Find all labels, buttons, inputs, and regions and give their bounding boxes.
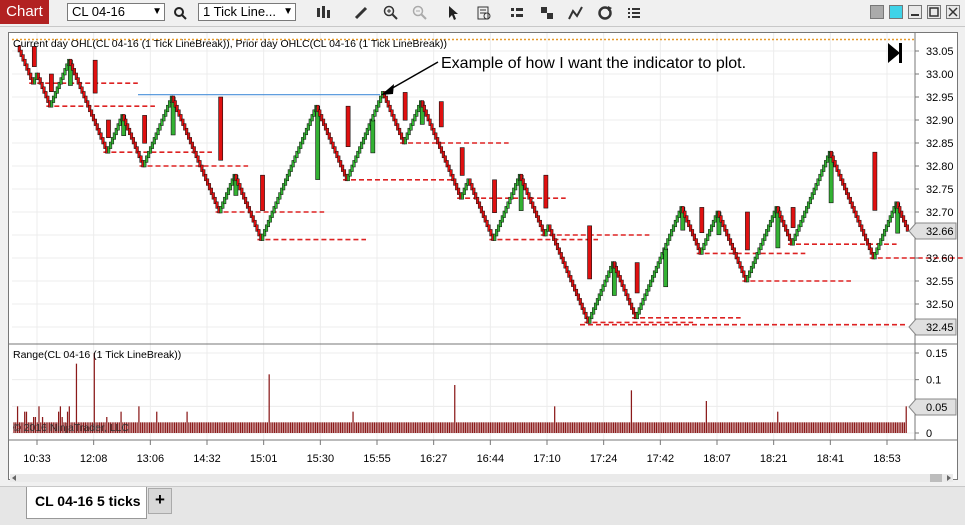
reversal-bar xyxy=(142,115,147,144)
reversal-bar xyxy=(218,96,224,161)
indicator-label: Current day OHL(CL 04-16 (1 Tick LineBre… xyxy=(13,38,447,50)
price-tick-label: 32.70 xyxy=(926,207,954,219)
time-tick-label: 12:08 xyxy=(80,453,108,465)
price-tick-label: 32.50 xyxy=(926,299,954,311)
range-axis-ticks: 0.15 0.1 0.05 0 xyxy=(915,348,947,440)
time-tick-label: 16:27 xyxy=(420,453,448,465)
price-axis-ticks: 33.05 33.00 32.95 32.90 32.85 32.80 32.75 32.70… xyxy=(915,46,954,334)
go-to-end-icon[interactable] xyxy=(888,43,902,63)
price-tick-label: 33.05 xyxy=(926,46,954,58)
time-tick-label: 15:01 xyxy=(250,453,278,465)
scroll-thumb xyxy=(930,474,942,482)
range-tick-label: 0.1 xyxy=(926,375,941,387)
reversal-bar xyxy=(402,92,408,121)
reversal-bar xyxy=(345,105,351,147)
add-tab-button[interactable]: + xyxy=(148,488,172,514)
last-price-marker: 32.66 xyxy=(908,222,957,240)
reversal-bar xyxy=(634,262,640,294)
range-bars xyxy=(13,353,907,433)
reversal-bar xyxy=(92,59,98,94)
range-tick-label: 0 xyxy=(926,428,932,440)
price-tick-label: 32.55 xyxy=(926,276,954,288)
reversal-bar xyxy=(790,207,796,228)
range-tick-label: 0.15 xyxy=(926,348,947,360)
reversal-bar xyxy=(370,119,376,154)
chart-tab-bar: CL 04-16 5 ticks + xyxy=(0,486,965,525)
reversal-bar xyxy=(872,151,878,211)
reversal-bar xyxy=(315,105,321,180)
price-tick-label: 32.85 xyxy=(926,138,954,150)
low-price-label: 32.45 xyxy=(926,322,954,334)
annotation-arrowhead xyxy=(381,84,394,95)
price-tick-label: 33.00 xyxy=(926,69,954,81)
annotation-arrow xyxy=(388,61,439,91)
time-tick-label: 14:32 xyxy=(193,453,221,465)
reversal-bar xyxy=(492,179,497,213)
current-low-lines xyxy=(29,82,965,326)
time-tick-label: 18:07 xyxy=(703,453,731,465)
time-tick-label: 10:33 xyxy=(23,453,51,465)
reversal-bar xyxy=(663,248,669,288)
time-tick-label: 13:06 xyxy=(137,453,165,465)
time-tick-label: 18:41 xyxy=(817,453,845,465)
annotation-text: Example of how I want the indicator to p… xyxy=(441,55,746,72)
reversal-bar xyxy=(699,207,705,233)
tab-cl-04-16[interactable]: CL 04-16 5 ticks xyxy=(26,487,147,519)
line-break-brick xyxy=(905,224,909,232)
price-tick-label: 32.90 xyxy=(926,115,954,127)
last-price-label: 32.66 xyxy=(926,226,954,238)
copyright-text: © 2016 NinjaTrader, LLC xyxy=(13,422,129,434)
reversal-bar xyxy=(49,73,54,93)
horizontal-scrollbar[interactable] xyxy=(10,471,953,482)
reversal-bar xyxy=(543,174,549,209)
chart-canvas[interactable]: 33.05 33.00 32.95 32.90 32.85 32.80 32.75 32.70… xyxy=(0,0,965,524)
price-tick-label: 32.60 xyxy=(926,253,954,265)
price-tick-label: 32.75 xyxy=(926,184,954,196)
reversal-bar xyxy=(459,147,465,176)
time-tick-label: 15:30 xyxy=(307,453,335,465)
reversal-bar xyxy=(587,225,592,280)
range-value-label: 0.05 xyxy=(926,402,947,414)
price-tick-label: 32.95 xyxy=(926,92,954,104)
time-tick-label: 17:10 xyxy=(533,453,561,465)
time-tick-label: 18:53 xyxy=(873,453,901,465)
range-indicator-label: Range(CL 04-16 (1 Tick LineBreak)) xyxy=(13,349,181,361)
time-tick-label: 17:24 xyxy=(590,453,618,465)
reversal-bar xyxy=(106,119,111,139)
reversal-bar xyxy=(745,211,750,251)
reversal-bar xyxy=(438,101,444,128)
time-tick-label: 15:55 xyxy=(363,453,391,465)
range-value-marker: 0.05 xyxy=(908,398,957,416)
reversal-bar xyxy=(260,174,265,211)
low-price-marker: 32.45 xyxy=(908,318,957,336)
time-axis-ticks: 10:33 12:08 13:06 14:32 15:01 15:30 15:55 16:27… xyxy=(23,440,901,465)
time-tick-label: 17:42 xyxy=(647,453,675,465)
time-tick-label: 16:44 xyxy=(477,453,505,465)
price-tick-label: 32.80 xyxy=(926,161,954,173)
time-tick-label: 18:21 xyxy=(760,453,788,465)
